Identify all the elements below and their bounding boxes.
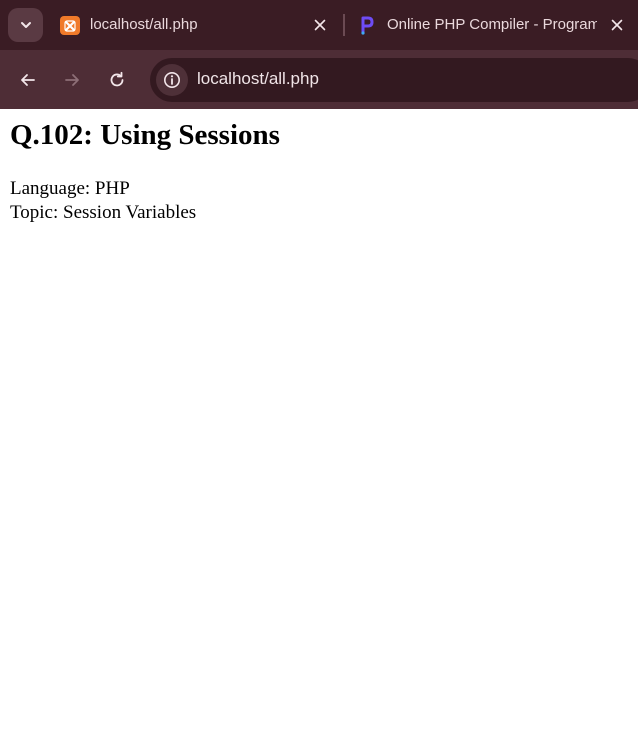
arrow-left-icon [21, 74, 35, 86]
tab-title: localhost/all.php [90, 16, 198, 33]
tab-search-button[interactable] [8, 8, 43, 42]
tab-separator [343, 14, 345, 36]
close-icon [314, 19, 326, 31]
forward-button[interactable] [57, 65, 87, 95]
reload-button[interactable] [102, 65, 132, 95]
xampp-icon [60, 16, 80, 35]
tab-strip: localhost/all.php Online PHP Compiler - … [0, 0, 638, 50]
url-text: localhost/all.php [197, 69, 319, 88]
arrow-right-icon [65, 74, 79, 86]
chevron-down-icon [20, 22, 31, 28]
tab-title: Online PHP Compiler - Programiz [387, 16, 597, 33]
page-content: Q.102: Using Sessions Language: PHP Topi… [0, 109, 638, 730]
back-button[interactable] [13, 65, 43, 95]
language-line: Language: PHP [10, 178, 130, 199]
tab-programiz[interactable]: Online PHP Compiler - Programiz [350, 0, 638, 50]
programiz-icon [358, 15, 376, 35]
reload-icon [110, 71, 124, 87]
info-icon [164, 72, 180, 88]
topic-line: Topic: Session Variables [10, 202, 197, 223]
site-info-button[interactable] [156, 64, 188, 96]
browser-window: localhost/all.php Online PHP Compiler - … [0, 0, 638, 730]
close-tab-button[interactable] [607, 15, 627, 35]
close-tab-button[interactable] [310, 15, 330, 35]
address-bar[interactable]: localhost/all.php [150, 58, 638, 102]
page-title: Q.102: Using Sessions [10, 119, 280, 151]
tab-localhost[interactable]: localhost/all.php [50, 0, 340, 50]
close-icon [611, 19, 623, 31]
toolbar: localhost/all.php [0, 50, 638, 109]
